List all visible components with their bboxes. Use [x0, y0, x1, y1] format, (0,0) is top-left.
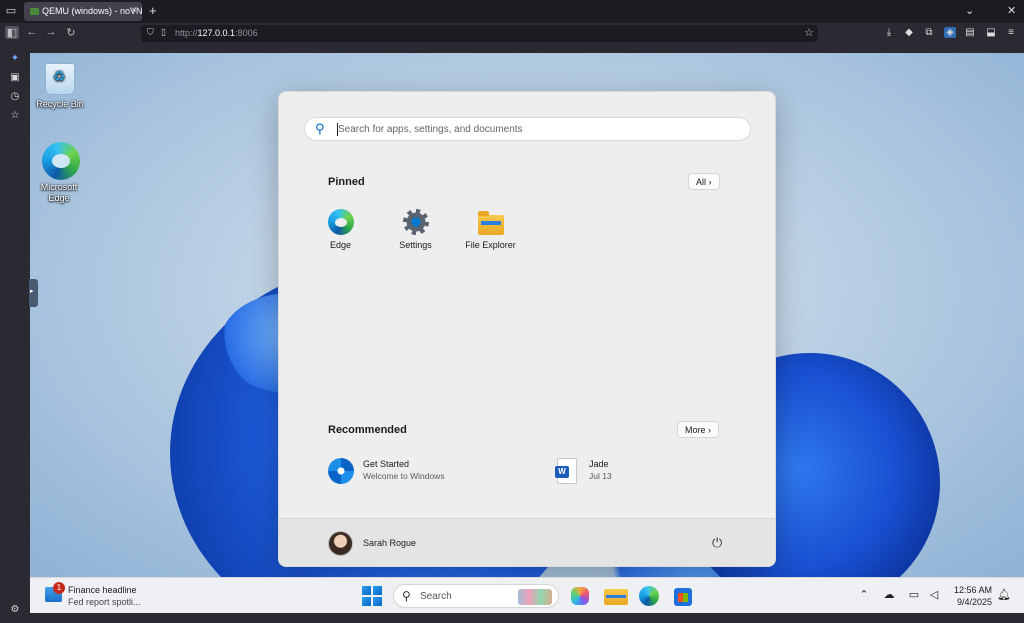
- pinned-app-settings[interactable]: Settings: [378, 209, 453, 250]
- start-button[interactable]: [360, 584, 384, 608]
- edge-icon[interactable]: [639, 586, 659, 606]
- search-icon: ⚲: [315, 121, 325, 136]
- edge-icon: [42, 142, 80, 180]
- tab-list-icon[interactable]: ▭: [4, 4, 18, 18]
- menu-icon[interactable]: ≡: [1005, 27, 1017, 38]
- recommended-item-jade[interactable]: Jade Jul 13: [554, 457, 734, 485]
- tab-title: QEMU (windows) - noVNC: [42, 6, 142, 16]
- get-started-icon: [328, 458, 354, 484]
- copilot-icon[interactable]: [571, 587, 589, 605]
- reload-icon[interactable]: ↻: [64, 26, 78, 39]
- pocket-icon[interactable]: ⬓: [985, 27, 997, 38]
- recommended-subtitle-text: Jul 13: [589, 471, 612, 481]
- pinned-app-label: Settings: [399, 240, 432, 250]
- forward-icon[interactable]: →: [44, 26, 58, 38]
- tab-favicon-icon: [30, 8, 39, 16]
- onedrive-icon[interactable]: ☁: [881, 588, 897, 601]
- new-tab-button[interactable]: +: [149, 3, 157, 18]
- recommended-item-get-started[interactable]: Get Started Welcome to Windows: [328, 457, 508, 485]
- back-icon[interactable]: ←: [25, 26, 39, 38]
- pinned-app-label: Edge: [329, 240, 352, 250]
- ai-chat-icon[interactable]: ✦: [8, 53, 22, 64]
- desktop-icon-label: Recycle Bin: [36, 99, 84, 109]
- extension-icon[interactable]: ◆: [903, 27, 915, 38]
- volume-icon[interactable]: ◁: [926, 588, 942, 601]
- avatar[interactable]: [328, 531, 353, 556]
- taskbar: 1 Finance headline Fed report spotli... …: [30, 577, 1024, 613]
- novnc-control-bar-handle[interactable]: [29, 279, 38, 307]
- widgets-button[interactable]: 1 Finance headline Fed report spotli...: [42, 582, 172, 610]
- window-close-icon[interactable]: ✕: [1007, 4, 1016, 17]
- recommended-title-text: Jade: [589, 459, 609, 469]
- bookmarks-icon[interactable]: ☆: [8, 110, 22, 121]
- user-name[interactable]: Sarah Rogue: [363, 538, 416, 548]
- pinned-app-file-explorer[interactable]: File Explorer: [453, 209, 528, 250]
- clock[interactable]: 12:56 AM 9/4/2025: [944, 584, 992, 608]
- all-apps-button[interactable]: All ›: [688, 173, 720, 190]
- search-highlight-icon: [518, 589, 552, 605]
- browser-tab[interactable]: QEMU (windows) - noVNC ×: [24, 2, 142, 21]
- customize-sidebar-icon[interactable]: ⚙: [8, 604, 22, 615]
- chevron-right-icon: ›: [708, 425, 712, 435]
- power-icon[interactable]: ⏻: [712, 535, 722, 551]
- synced-tabs-icon[interactable]: ▣: [8, 72, 22, 83]
- start-menu: ⚲ Search for apps, settings, and documen…: [278, 91, 776, 567]
- more-button[interactable]: More ›: [677, 421, 720, 438]
- widget-title: Finance headline: [68, 585, 137, 595]
- clock-date: 9/4/2025: [956, 597, 992, 607]
- gear-icon: [402, 209, 429, 235]
- sidebar-toggle-icon[interactable]: ◧: [5, 26, 19, 39]
- widget-subtitle: Fed report spotli...: [68, 597, 141, 607]
- display-icon[interactable]: ▭: [906, 588, 922, 601]
- taskbar-search-label: Search: [420, 591, 452, 602]
- more-label: More: [685, 425, 706, 435]
- list-all-tabs-icon[interactable]: ⌄: [965, 4, 974, 17]
- browser-sidebar: ✦ ▣ ◷ ☆ ⚙: [0, 44, 30, 623]
- vnc-bottom-border: [30, 613, 1024, 623]
- taskbar-search[interactable]: ⚲ Search: [393, 584, 559, 608]
- clock-time: 12:56 AM: [953, 585, 992, 595]
- search-icon: ⚲: [402, 589, 411, 603]
- search-placeholder: Search for apps, settings, and documents: [338, 124, 523, 135]
- extensions-puzzle-icon[interactable]: ⧉: [923, 27, 935, 38]
- all-apps-label: All: [696, 177, 707, 187]
- tab-close-icon[interactable]: ×: [131, 5, 137, 16]
- folder-icon: [477, 211, 504, 235]
- chevron-right-icon: ›: [708, 177, 712, 187]
- bookmark-star-icon[interactable]: ☆: [804, 26, 814, 39]
- url-bar[interactable]: ⛉ ▯ http://127.0.0.1:8006 ☆: [141, 25, 818, 42]
- history-icon[interactable]: ◷: [8, 91, 22, 102]
- word-doc-icon: [555, 458, 577, 484]
- shield-icon: ⛉: [147, 27, 154, 37]
- start-menu-footer: Sarah Rogue ⏻: [279, 518, 775, 566]
- active-extension-icon[interactable]: ◈: [944, 27, 956, 38]
- desktop-icon-edge[interactable]: Microsoft Edge: [30, 142, 89, 204]
- browser-tab-bar: ▭ QEMU (windows) - noVNC × + ⌄ ✕: [0, 0, 1024, 23]
- store-icon[interactable]: [674, 588, 692, 606]
- recommended-subtitle-text: Welcome to Windows: [363, 471, 445, 481]
- recommended-title: Recommended: [328, 424, 407, 436]
- pinned-app-label: File Explorer: [465, 240, 516, 250]
- downloads-icon[interactable]: ⤓: [883, 27, 895, 38]
- file-explorer-icon[interactable]: [604, 589, 628, 605]
- screenshot-icon[interactable]: ▤: [964, 27, 976, 38]
- recommended-title-text: Get Started: [363, 459, 410, 469]
- show-hidden-icons-chevron-icon[interactable]: ⌃: [856, 588, 872, 601]
- page-icon: ▯: [161, 27, 166, 37]
- desktop-icon-recycle-bin[interactable]: ♻ Recycle Bin: [30, 63, 90, 110]
- desktop-icon-label: Microsoft Edge: [40, 182, 78, 203]
- edge-icon: [327, 209, 354, 235]
- notifications-bell-icon[interactable]: 🔔︎: [996, 588, 1012, 601]
- start-search-input[interactable]: ⚲ Search for apps, settings, and documen…: [304, 117, 751, 141]
- url-text: http://127.0.0.1:8006: [175, 28, 258, 38]
- recycle-bin-icon: ♻: [45, 63, 75, 95]
- vnc-top-border: [30, 44, 1024, 53]
- notification-badge: 1: [53, 582, 65, 594]
- pinned-title: Pinned: [328, 176, 365, 188]
- browser-nav-bar: ◧ ← → ↻ ⛉ ▯ http://127.0.0.1:8006 ☆ ⤓ ◆ …: [0, 23, 1024, 44]
- pinned-app-edge[interactable]: Edge: [303, 209, 378, 250]
